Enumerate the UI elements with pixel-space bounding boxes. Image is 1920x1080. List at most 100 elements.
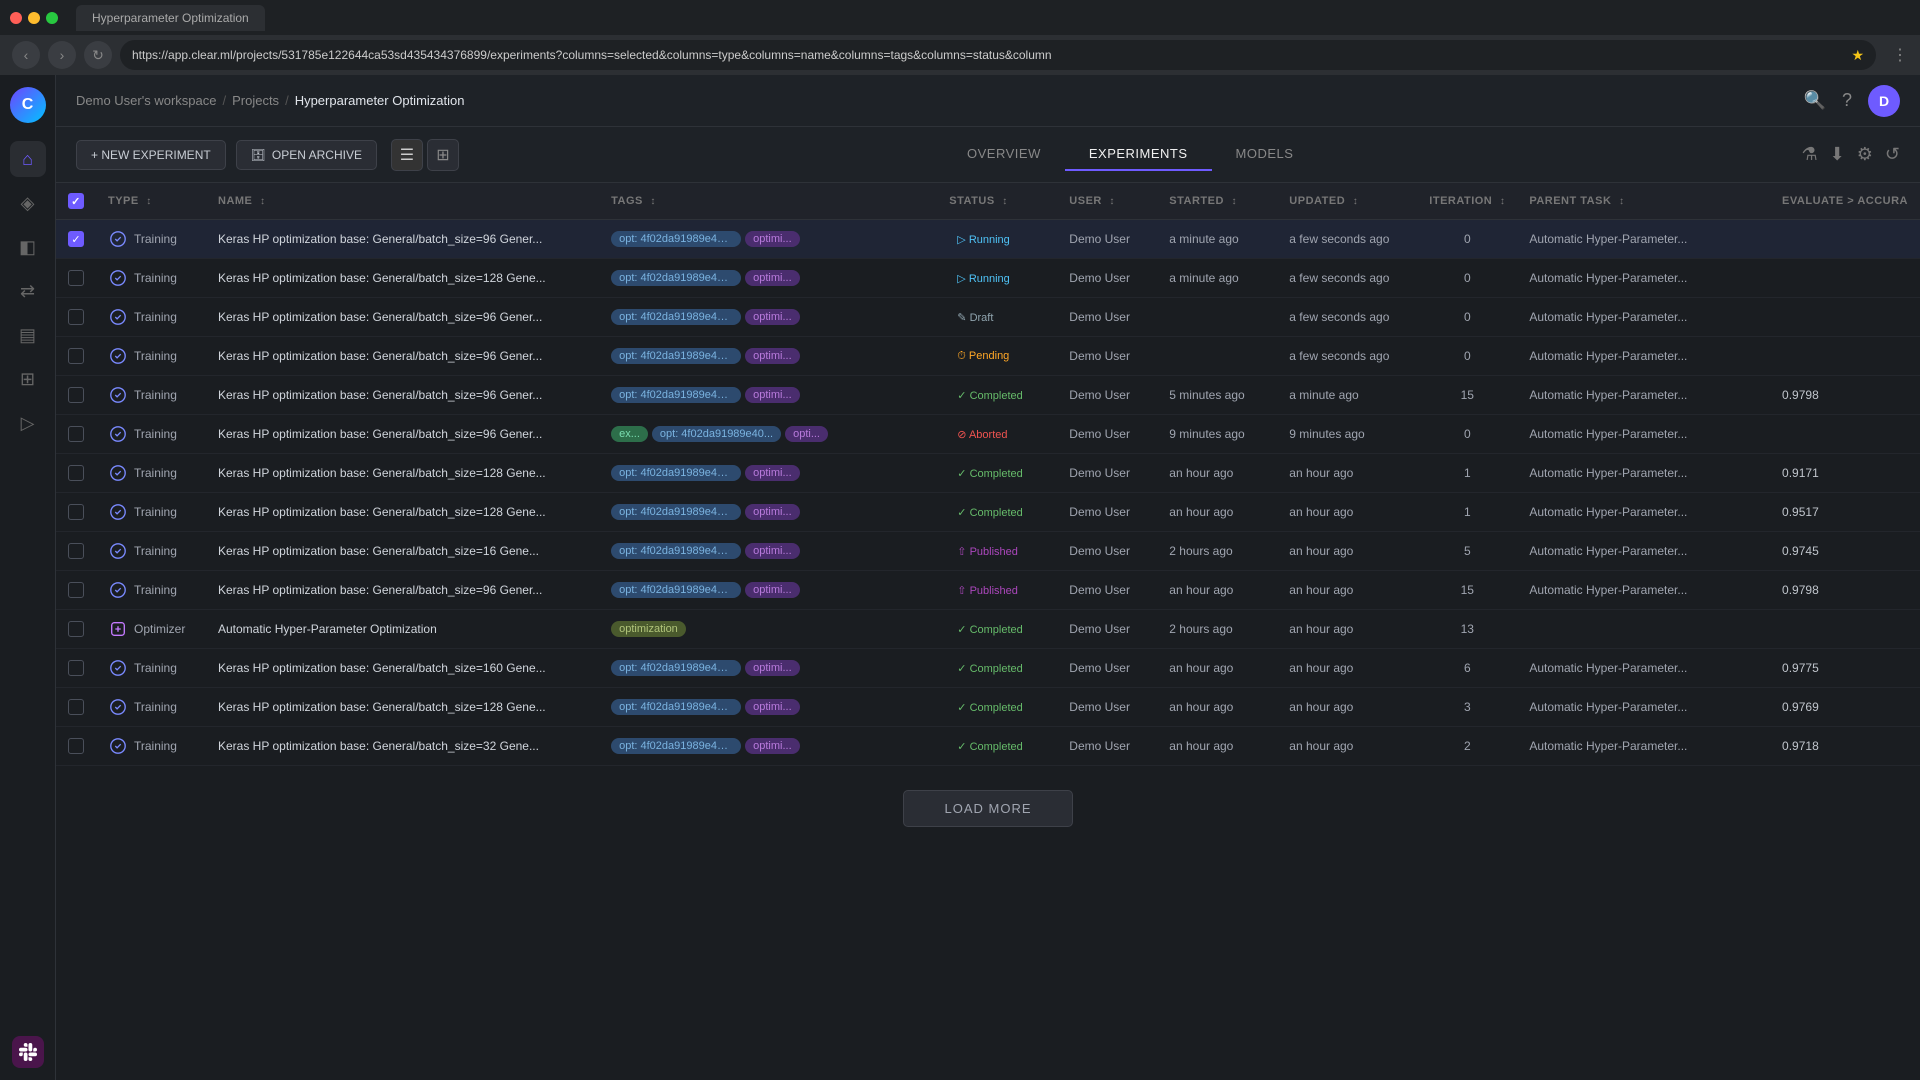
row-parent-task[interactable]: Automatic Hyper-Parameter...: [1517, 727, 1770, 766]
row-name[interactable]: Keras HP optimization base: General/batc…: [206, 688, 599, 727]
row-name[interactable]: Keras HP optimization base: General/batc…: [206, 727, 599, 766]
row-checkbox[interactable]: [68, 699, 84, 715]
tag[interactable]: ex...: [611, 426, 648, 442]
grid-view-button[interactable]: ⊞: [427, 139, 459, 171]
row-checkbox-cell[interactable]: [56, 688, 96, 727]
table-row[interactable]: TrainingKeras HP optimization base: Gene…: [56, 649, 1920, 688]
tag[interactable]: optimi...: [745, 660, 800, 676]
tag[interactable]: optimi...: [745, 738, 800, 754]
col-header-user[interactable]: USER ↕: [1057, 183, 1157, 220]
col-header-tags[interactable]: TAGS ↕: [599, 183, 937, 220]
close-window-button[interactable]: [10, 12, 22, 24]
row-name[interactable]: Keras HP optimization base: General/batc…: [206, 532, 599, 571]
table-row[interactable]: TrainingKeras HP optimization base: Gene…: [56, 376, 1920, 415]
row-parent-task[interactable]: Automatic Hyper-Parameter...: [1517, 376, 1770, 415]
row-name[interactable]: Keras HP optimization base: General/batc…: [206, 571, 599, 610]
row-checkbox[interactable]: [68, 504, 84, 520]
row-checkbox-cell[interactable]: [56, 727, 96, 766]
col-header-iteration[interactable]: ITERATION ↕: [1417, 183, 1517, 220]
bookmark-icon[interactable]: ★: [1851, 47, 1864, 64]
row-name[interactable]: Keras HP optimization base: General/batc…: [206, 649, 599, 688]
row-checkbox-cell[interactable]: [56, 454, 96, 493]
load-more-button[interactable]: LOAD MORE: [903, 790, 1072, 827]
sidebar-item-experiments[interactable]: ◈: [10, 185, 46, 221]
tag[interactable]: optimi...: [745, 699, 800, 715]
col-header-status[interactable]: STATUS ↕: [937, 183, 1057, 220]
row-checkbox[interactable]: [68, 387, 84, 403]
tag[interactable]: opt: 4f02da91989e406ea805c...: [611, 231, 741, 247]
tag[interactable]: opti...: [785, 426, 828, 442]
table-row[interactable]: TrainingKeras HP optimization base: Gene…: [56, 688, 1920, 727]
tab-experiments[interactable]: EXPERIMENTS: [1065, 138, 1212, 171]
row-name[interactable]: Keras HP optimization base: General/batc…: [206, 454, 599, 493]
sidebar-item-queues[interactable]: ▷: [10, 405, 46, 441]
row-checkbox-cell[interactable]: [56, 610, 96, 649]
row-checkbox-cell[interactable]: [56, 649, 96, 688]
tag[interactable]: opt: 4f02da91989e40...: [652, 426, 781, 442]
help-icon[interactable]: ?: [1842, 90, 1852, 111]
tag[interactable]: optimi...: [745, 543, 800, 559]
experiments-table-container[interactable]: TYPE ↕ NAME ↕ TAGS ↕ STATUS ↕ USER ↕ STA…: [56, 183, 1920, 1080]
table-row[interactable]: TrainingKeras HP optimization base: Gene…: [56, 298, 1920, 337]
tag[interactable]: opt: 4f02da91989e406ea805c...: [611, 582, 741, 598]
table-row[interactable]: TrainingKeras HP optimization base: Gene…: [56, 727, 1920, 766]
reload-button[interactable]: ↻: [84, 41, 112, 69]
row-parent-task[interactable]: Automatic Hyper-Parameter...: [1517, 649, 1770, 688]
tag[interactable]: optimi...: [745, 504, 800, 520]
row-parent-task[interactable]: Automatic Hyper-Parameter...: [1517, 688, 1770, 727]
row-name[interactable]: Keras HP optimization base: General/batc…: [206, 298, 599, 337]
tag[interactable]: optimi...: [745, 348, 800, 364]
new-experiment-button[interactable]: + NEW EXPERIMENT: [76, 140, 226, 170]
row-parent-task[interactable]: Automatic Hyper-Parameter...: [1517, 259, 1770, 298]
row-parent-task[interactable]: Automatic Hyper-Parameter...: [1517, 571, 1770, 610]
browser-menu-button[interactable]: ⋮: [1892, 45, 1908, 65]
select-all-checkbox[interactable]: [68, 193, 84, 209]
row-name[interactable]: Keras HP optimization base: General/batc…: [206, 337, 599, 376]
row-checkbox[interactable]: [68, 270, 84, 286]
row-checkbox-cell[interactable]: [56, 298, 96, 337]
table-row[interactable]: TrainingKeras HP optimization base: Gene…: [56, 259, 1920, 298]
col-header-parent-task[interactable]: PARENT TASK ↕: [1517, 183, 1770, 220]
table-row[interactable]: TrainingKeras HP optimization base: Gene…: [56, 337, 1920, 376]
tag[interactable]: optimi...: [745, 465, 800, 481]
tag[interactable]: opt: 4f02da91989e406ea805c...: [611, 465, 741, 481]
row-name[interactable]: Automatic Hyper-Parameter Optimization: [206, 610, 599, 649]
table-row[interactable]: TrainingKeras HP optimization base: Gene…: [56, 454, 1920, 493]
row-checkbox[interactable]: [68, 348, 84, 364]
row-name[interactable]: Keras HP optimization base: General/batc…: [206, 220, 599, 259]
row-name[interactable]: Keras HP optimization base: General/batc…: [206, 493, 599, 532]
row-checkbox-cell[interactable]: [56, 415, 96, 454]
col-header-score[interactable]: evaluate > accura: [1770, 183, 1920, 220]
minimize-window-button[interactable]: [28, 12, 40, 24]
row-checkbox[interactable]: [68, 582, 84, 598]
refresh-icon[interactable]: ↺: [1885, 144, 1900, 165]
col-header-type[interactable]: TYPE ↕: [96, 183, 206, 220]
row-name[interactable]: Keras HP optimization base: General/batc…: [206, 415, 599, 454]
tag[interactable]: opt: 4f02da91989e406ea805c...: [611, 270, 741, 286]
row-checkbox-cell[interactable]: [56, 571, 96, 610]
tag[interactable]: optimi...: [745, 582, 800, 598]
col-header-name[interactable]: NAME ↕: [206, 183, 599, 220]
row-checkbox-cell[interactable]: [56, 376, 96, 415]
tag[interactable]: optimization: [611, 621, 686, 637]
maximize-window-button[interactable]: [46, 12, 58, 24]
row-checkbox[interactable]: [68, 465, 84, 481]
sidebar-item-datasets[interactable]: ▤: [10, 317, 46, 353]
active-tab[interactable]: Hyperparameter Optimization: [76, 5, 265, 31]
table-row[interactable]: TrainingKeras HP optimization base: Gene…: [56, 493, 1920, 532]
table-row[interactable]: TrainingKeras HP optimization base: Gene…: [56, 415, 1920, 454]
breadcrumb-workspace[interactable]: Demo User's workspace: [76, 93, 216, 108]
back-button[interactable]: ‹: [12, 41, 40, 69]
row-parent-task[interactable]: Automatic Hyper-Parameter...: [1517, 220, 1770, 259]
row-checkbox-cell[interactable]: [56, 259, 96, 298]
sidebar-item-reports[interactable]: ⊞: [10, 361, 46, 397]
tag[interactable]: optimi...: [745, 309, 800, 325]
tag[interactable]: opt: 4f02da91989e406ea805c...: [611, 543, 741, 559]
settings-icon[interactable]: ⚙: [1857, 144, 1873, 165]
row-checkbox[interactable]: [68, 543, 84, 559]
tag[interactable]: opt: 4f02da91989e406ea805c...: [611, 738, 741, 754]
row-parent-task[interactable]: Automatic Hyper-Parameter...: [1517, 337, 1770, 376]
forward-button[interactable]: ›: [48, 41, 76, 69]
sidebar-item-home[interactable]: ⌂: [10, 141, 46, 177]
tag[interactable]: optimi...: [745, 231, 800, 247]
